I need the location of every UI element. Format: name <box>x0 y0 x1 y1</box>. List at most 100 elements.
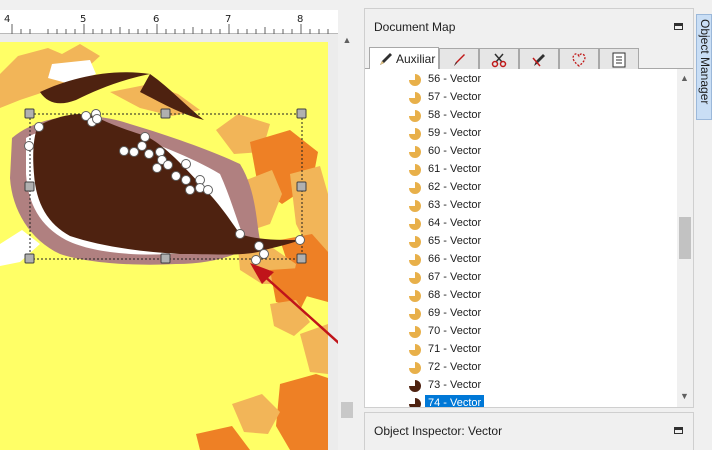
tree-item[interactable]: 63 - Vector <box>405 197 665 215</box>
vector-object-icon <box>409 200 421 212</box>
scroll-thumb[interactable] <box>341 402 353 418</box>
tab-auxiliar[interactable]: Auxiliar <box>369 47 439 69</box>
vector-object-icon <box>409 218 421 230</box>
tree-item-label: 59 - Vector <box>428 127 482 139</box>
tab-heart-shape[interactable] <box>559 48 599 69</box>
tree-item[interactable]: 58 - Vector <box>405 107 665 125</box>
tree-item-label: 74 - Vector <box>425 395 485 407</box>
tree-item[interactable]: 56 - Vector <box>405 71 665 89</box>
tree-item[interactable]: 61 - Vector <box>405 161 665 179</box>
tree-item[interactable]: 73 - Vector <box>405 377 665 395</box>
tab-pen-cut[interactable] <box>519 48 559 69</box>
tree-item[interactable]: 60 - Vector <box>405 143 665 161</box>
vector-object-icon <box>409 128 421 140</box>
vector-object-icon <box>409 398 421 407</box>
tab-brush[interactable] <box>439 48 479 69</box>
vector-object-icon <box>409 164 421 176</box>
tree-item[interactable]: 59 - Vector <box>405 125 665 143</box>
pencil-icon <box>380 53 392 65</box>
tree-item-label: 64 - Vector <box>428 217 482 229</box>
list-icon <box>612 52 626 68</box>
heart-shape-icon <box>572 53 586 67</box>
tree-item[interactable]: 70 - Vector <box>405 323 665 341</box>
scroll-up-arrow-icon[interactable]: ▲ <box>680 73 689 83</box>
vector-object-icon <box>409 110 421 122</box>
tree-item-label: 70 - Vector <box>428 325 482 337</box>
side-tab-label: Object Manager <box>698 19 712 105</box>
resize-handle[interactable] <box>296 253 307 264</box>
tree-item[interactable]: 72 - Vector <box>405 359 665 377</box>
tree-item[interactable]: 65 - Vector <box>405 233 665 251</box>
tab-label: Auxiliar <box>396 52 436 66</box>
tree-item[interactable]: 74 - Vector <box>405 395 665 407</box>
tree-item-label: 56 - Vector <box>428 73 482 85</box>
vector-object-icon <box>409 380 421 392</box>
minimize-icon[interactable] <box>674 23 683 30</box>
tree-item[interactable]: 71 - Vector <box>405 341 665 359</box>
tree-item-label: 65 - Vector <box>428 235 482 247</box>
tree-item-label: 73 - Vector <box>428 379 482 391</box>
ruler-tick-label: 5 <box>80 14 87 25</box>
object-inspector-panel: Object Inspector: Vector <box>364 412 694 450</box>
ruler-tick-label: 4 <box>4 14 11 25</box>
tree-scrollbar[interactable]: ▲ ▼ <box>677 69 693 407</box>
tree-item-label: 71 - Vector <box>428 343 482 355</box>
tree-item-label: 66 - Vector <box>428 253 482 265</box>
scroll-thumb[interactable] <box>679 217 691 259</box>
horizontal-ruler: 4 5 6 7 8 <box>0 0 338 34</box>
tree-item[interactable]: 66 - Vector <box>405 251 665 269</box>
object-manager-side-tab[interactable]: Object Manager <box>696 14 712 120</box>
tab-scissors[interactable] <box>479 48 519 69</box>
vector-object-icon <box>409 272 421 284</box>
scroll-down-arrow-icon[interactable]: ▼ <box>680 391 689 401</box>
tree-item-label: 61 - Vector <box>428 163 482 175</box>
panel-splitter[interactable] <box>356 0 364 450</box>
resize-handle[interactable] <box>24 181 35 192</box>
tree-item[interactable]: 57 - Vector <box>405 89 665 107</box>
tree-item[interactable]: 67 - Vector <box>405 269 665 287</box>
vector-object-icon <box>409 146 421 158</box>
minimize-icon[interactable] <box>674 427 683 434</box>
tab-list[interactable] <box>599 48 639 69</box>
tree-item[interactable]: 69 - Vector <box>405 305 665 323</box>
vector-object-icon <box>409 308 421 320</box>
tree-item[interactable]: 68 - Vector <box>405 287 665 305</box>
document-map-panel: Document Map Auxiliar 56 - Vector 57 - V… <box>364 8 694 408</box>
document-map-header: Document Map <box>365 9 693 45</box>
vector-artwork <box>0 42 338 450</box>
tree-item[interactable]: 64 - Vector <box>405 215 665 233</box>
drawing-canvas[interactable] <box>0 34 338 450</box>
tree-item-label: 57 - Vector <box>428 91 482 103</box>
tree-item[interactable]: 62 - Vector <box>405 179 665 197</box>
scroll-up-arrow-icon[interactable]: ▲ <box>342 36 352 45</box>
scissors-icon <box>491 53 507 68</box>
tree-item-label: 58 - Vector <box>428 109 482 121</box>
vector-object-icon <box>409 236 421 248</box>
vector-object-icon <box>409 254 421 266</box>
resize-handle[interactable] <box>296 108 307 119</box>
vector-object-icon <box>409 362 421 374</box>
tree-item-label: 68 - Vector <box>428 289 482 301</box>
resize-handle[interactable] <box>24 108 35 119</box>
resize-handle[interactable] <box>160 108 171 119</box>
brush-icon <box>454 54 465 66</box>
vector-object-icon <box>409 74 421 86</box>
tree-item-label: 69 - Vector <box>428 307 482 319</box>
ruler-tick-label: 8 <box>297 14 304 25</box>
resize-handle[interactable] <box>160 253 171 264</box>
vector-shape <box>276 374 328 450</box>
vector-object-icon <box>409 92 421 104</box>
document-map-tree[interactable]: 56 - Vector 57 - Vector 58 - Vector 59 - Ve… <box>365 69 677 407</box>
tree-item-label: 72 - Vector <box>428 361 482 373</box>
panel-title: Object Inspector: Vector <box>374 424 503 438</box>
resize-handle[interactable] <box>296 181 307 192</box>
tree-item-label: 60 - Vector <box>428 145 482 157</box>
vector-object-icon <box>409 290 421 302</box>
resize-handle[interactable] <box>24 253 35 264</box>
canvas-vertical-scrollbar[interactable]: ▲ <box>338 0 356 450</box>
tree-item-label: 62 - Vector <box>428 181 482 193</box>
vector-object-icon <box>409 326 421 338</box>
ruler-tick-label: 7 <box>225 14 232 25</box>
pen-cut-icon <box>532 54 545 67</box>
ruler-ticks <box>11 24 329 34</box>
